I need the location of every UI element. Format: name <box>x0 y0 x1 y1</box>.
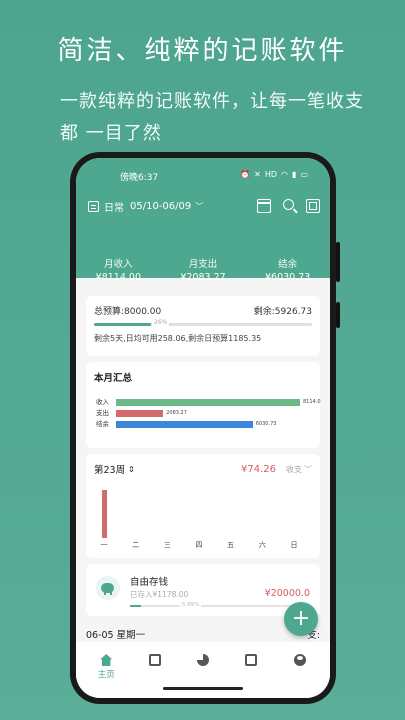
wifi-icon: ◠ <box>281 170 289 179</box>
hbar-label: 支出 <box>96 409 109 417</box>
pie-chart-icon <box>197 654 210 666</box>
search-icon[interactable] <box>283 199 294 210</box>
budget-progress-label: 26% <box>152 319 170 326</box>
status-icons: ⏰ ✕ HD ◠ ▮ ▭ <box>240 170 308 179</box>
hbar-value: 8114.0 <box>303 399 321 405</box>
hbar-row: 结余 6030.73 <box>96 420 310 429</box>
budget-card[interactable]: 总预算:8000.00 剩余:5926.73 26% 剩余5天,日均可用258.… <box>86 296 320 356</box>
battery-icon: ▭ <box>300 170 308 179</box>
month-summary-header: 月收入 ¥8114.00 月支出 ¥2083.27 结余 ¥6030.73 <box>76 258 330 284</box>
hbar-row: 收入 8114.0 <box>96 398 321 407</box>
budget-detail: 剩余5天,日均可用258.06,剩余日预算1185.35 <box>94 334 262 343</box>
week-type-selector[interactable]: 收支 <box>286 464 302 475</box>
saving-deposited: 已存入¥1178.00 <box>130 590 189 599</box>
week-amount: ¥74.26 <box>241 463 276 475</box>
hd-icon: HD <box>264 170 278 179</box>
day-group-header: 06-05 星期一 支: <box>86 624 320 644</box>
saving-progress-label: 5.89% <box>180 602 202 608</box>
date-range-selector[interactable]: 05/10-06/09 <box>130 201 191 212</box>
month-summary-card[interactable]: 本月汇总 收入 8114.0 支出 2083.27 结余 6030.73 <box>86 362 321 448</box>
week-bar[interactable] <box>101 490 107 538</box>
status-time: 傍晚6:37 <box>120 173 159 183</box>
hbar <box>116 421 253 428</box>
hbar-value: 6030.73 <box>255 421 277 427</box>
summary-expense[interactable]: 月支出 ¥2083.27 <box>161 258 246 284</box>
saving-target: ¥20000.0 <box>264 588 310 599</box>
toolbar-actions <box>257 199 320 213</box>
saving-name: 自由存钱 <box>130 577 169 588</box>
summary-value: ¥2083.27 <box>180 272 226 283</box>
mute-icon: ✕ <box>254 170 261 179</box>
summary-balance[interactable]: 结余 ¥6030.73 <box>245 258 330 284</box>
piggy-bank-icon <box>96 576 120 600</box>
app-screen: 傍晚6:37 ⏰ ✕ HD ◠ ▮ ▭ 日常 05/10-06/09 ﹀ 月收入… <box>76 158 330 698</box>
budget-remaining: 剩余:5926.73 <box>253 307 312 317</box>
budget-total: 总预算:8000.00 <box>94 307 162 317</box>
hbar-label: 收入 <box>96 398 109 406</box>
user-icon <box>293 654 306 666</box>
app-header: 傍晚6:37 ⏰ ✕ HD ◠ ▮ ▭ 日常 05/10-06/09 ﹀ 月收入… <box>76 158 330 283</box>
hbar-label: 结余 <box>96 420 109 428</box>
alarm-icon: ⏰ <box>240 170 251 179</box>
calendar-icon <box>148 654 161 666</box>
nav-item-profile[interactable] <box>276 642 324 698</box>
budget-progress-fill <box>94 323 151 326</box>
nav-label: 主页 <box>97 670 115 680</box>
home-icon <box>100 654 113 666</box>
week-card[interactable]: 第23周 ⇕ ¥74.26 收支 ﹀ 一 二 三 四 五 六 日 <box>86 454 320 558</box>
status-bar: 傍晚6:37 ⏰ ✕ HD ◠ ▮ ▭ <box>76 170 330 184</box>
hbar-row: 支出 2083.27 <box>96 409 310 418</box>
week-day-label: 六 <box>258 541 266 549</box>
sort-icon[interactable]: ⇕ <box>128 465 135 474</box>
week-chart <box>101 476 302 538</box>
day-group-date: 06-05 星期一 <box>86 630 146 641</box>
phone-volume-button <box>336 242 340 282</box>
hbar <box>116 410 164 417</box>
week-day-label: 三 <box>163 541 171 549</box>
summary-value: ¥6030.73 <box>265 272 311 283</box>
week-day-label: 四 <box>195 541 203 549</box>
book-icon[interactable] <box>88 200 99 212</box>
book-name[interactable]: 日常 <box>104 199 124 214</box>
copy-icon[interactable] <box>306 199 320 213</box>
summary-label: 结余 <box>278 259 298 270</box>
week-day-label: 二 <box>132 541 140 549</box>
add-record-button[interactable]: + <box>284 602 318 636</box>
summary-income[interactable]: 月收入 ¥8114.00 <box>76 258 161 284</box>
chevron-down-icon[interactable]: ﹀ <box>304 464 312 475</box>
budget-progress-bar: 26% <box>94 319 312 326</box>
signal-icon: ▮ <box>292 170 297 179</box>
chevron-down-icon[interactable]: ﹀ <box>195 201 203 212</box>
hbar-value: 2083.27 <box>166 410 187 416</box>
toolbar: 日常 05/10-06/09 ﹀ <box>88 196 320 216</box>
saving-card[interactable]: 自由存钱 已存入¥1178.00 ¥20000.0 5.89% <box>86 564 320 616</box>
week-day-label: 一 <box>100 541 108 549</box>
promo-subtitle: 一款纯粹的记账软件，让每一笔收支都 一目了然 <box>60 91 364 144</box>
week-title[interactable]: 第23周 <box>94 462 125 476</box>
promo-title: 简洁、纯粹的记账软件 <box>57 36 348 66</box>
bottom-nav: 主页 <box>76 642 330 698</box>
summary-value: ¥8114.00 <box>95 272 141 283</box>
summary-label: 月支出 <box>188 259 218 270</box>
nav-item-home[interactable]: 主页 <box>82 642 130 698</box>
week-day-labels: 一二三四五六日 <box>100 540 302 552</box>
hbar <box>116 399 300 406</box>
week-day-label: 五 <box>227 541 235 549</box>
saving-progress-fill <box>130 605 141 607</box>
phone-power-button <box>336 302 340 328</box>
saving-progress-bar: 5.89% <box>130 602 310 608</box>
summary-label: 月收入 <box>104 259 133 270</box>
home-indicator <box>163 687 243 690</box>
phone-frame: 傍晚6:37 ⏰ ✕ HD ◠ ▮ ▭ 日常 05/10-06/09 ﹀ 月收入… <box>70 152 340 704</box>
month-summary-title: 本月汇总 <box>94 373 133 384</box>
wallet-icon <box>245 654 258 666</box>
calendar-icon[interactable] <box>257 199 271 213</box>
week-day-label: 日 <box>290 541 298 549</box>
